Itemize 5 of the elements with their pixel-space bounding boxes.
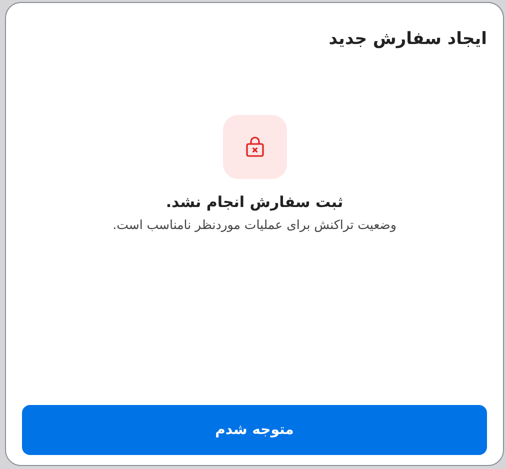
bag-error-icon <box>222 115 286 179</box>
confirm-button[interactable]: متوجه شدم <box>22 405 487 455</box>
error-message: وضعیت تراکنش برای عملیات موردنظر نامناسب است. <box>112 217 396 232</box>
dialog-title: ایجاد سفارش جدید <box>328 29 487 49</box>
error-heading: ثبت سفارش انجام نشد. <box>166 193 344 211</box>
